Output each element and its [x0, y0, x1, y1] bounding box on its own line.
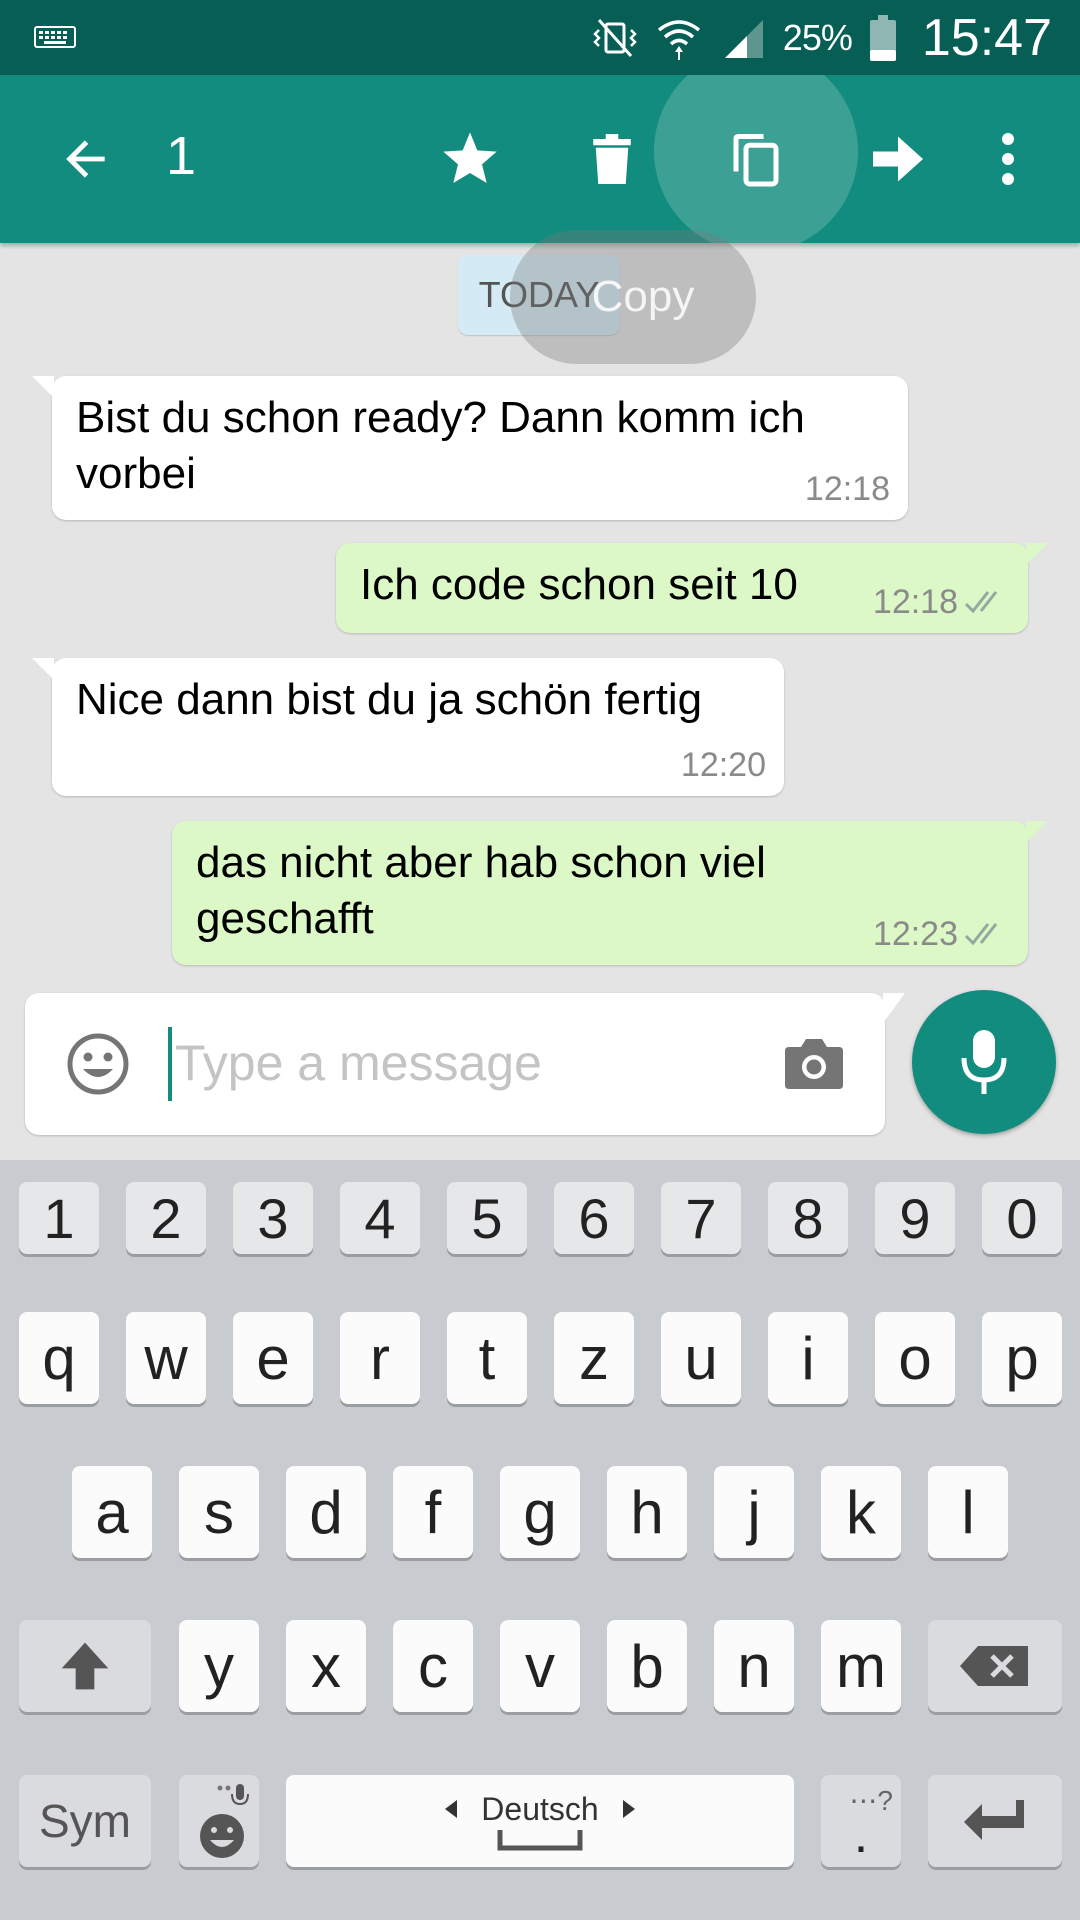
period-key[interactable]: ⋯? . [821, 1775, 901, 1867]
copy-tooltip: Copy [510, 230, 756, 364]
text-caret [168, 1027, 172, 1101]
keyboard-icon [34, 26, 76, 48]
selection-action-bar: 1 [0, 75, 1080, 243]
copy-icon [733, 134, 779, 187]
key-j[interactable]: j [714, 1466, 794, 1558]
key-3[interactable]: 3 [233, 1182, 313, 1254]
double-check-icon [964, 923, 998, 946]
enter-icon [964, 1800, 1024, 1840]
space-key[interactable]: Deutsch [286, 1775, 794, 1867]
delete-button[interactable] [566, 75, 658, 243]
key-u[interactable]: u [661, 1312, 741, 1404]
key-l[interactable]: l [928, 1466, 1008, 1558]
key-z[interactable]: z [554, 1312, 634, 1404]
key-0[interactable]: 0 [982, 1182, 1062, 1254]
star-button[interactable] [424, 75, 516, 243]
message-bubble-outgoing[interactable]: Ich code schon seit 10 12:18 [336, 543, 1048, 633]
message-text: das nicht aber hab schon viel geschafft [196, 838, 766, 943]
enter-key[interactable] [928, 1775, 1062, 1867]
key-a[interactable]: a [72, 1466, 152, 1558]
double-check-icon [964, 591, 998, 614]
key-6[interactable]: 6 [554, 1182, 634, 1254]
key-n[interactable]: n [714, 1620, 794, 1712]
emoji-mic-icon [200, 1784, 249, 1858]
sym-key[interactable]: Sym [19, 1775, 151, 1867]
signal-icon [724, 19, 763, 58]
key-g[interactable]: g [500, 1466, 580, 1558]
key-b[interactable]: b [607, 1620, 687, 1712]
message-input[interactable] [175, 1023, 775, 1103]
message-bubble-incoming[interactable]: Bist du schon ready? Dann komm ich vorbe… [32, 376, 908, 520]
voice-record-button[interactable] [912, 990, 1056, 1134]
message-bubble-outgoing[interactable]: das nicht aber hab schon viel geschafft … [172, 821, 1048, 965]
key-o[interactable]: o [875, 1312, 955, 1404]
key-h[interactable]: h [607, 1466, 687, 1558]
key-p[interactable]: p [982, 1312, 1062, 1404]
key-c[interactable]: c [393, 1620, 473, 1712]
status-bar: 25% 15:47 [0, 0, 1080, 75]
key-w[interactable]: w [126, 1312, 206, 1404]
key-8[interactable]: 8 [768, 1182, 848, 1254]
vibrate-icon [593, 18, 637, 57]
battery-percent: 25% [782, 16, 853, 58]
message-text: Bist du schon ready? Dann komm ich vorbe… [76, 393, 805, 498]
message-text: Nice dann bist du ja schön fertig [76, 675, 703, 724]
message-composer [25, 993, 905, 1135]
battery-icon [869, 14, 896, 61]
message-text: Ich code schon seit 10 [360, 560, 798, 609]
status-clock: 15:47 [921, 8, 1052, 67]
shift-arrow-icon [61, 1642, 109, 1690]
key-9[interactable]: 9 [875, 1182, 955, 1254]
chevron-right-icon [622, 1800, 635, 1818]
camera-icon[interactable] [781, 1033, 847, 1093]
key-m[interactable]: m [821, 1620, 901, 1712]
message-time: 12:23 [873, 917, 1010, 951]
key-k[interactable]: k [821, 1466, 901, 1558]
chevron-left-icon [445, 1800, 458, 1818]
key-v[interactable]: v [500, 1620, 580, 1712]
backspace-icon [960, 1646, 1028, 1686]
back-arrow-icon [66, 140, 105, 178]
more-icon [1002, 133, 1014, 185]
wifi-icon [657, 19, 700, 60]
key-1[interactable]: 1 [19, 1182, 99, 1254]
spacebar-icon [497, 1829, 583, 1850]
more-options-button[interactable] [980, 75, 1036, 243]
message-time: 12:18 [804, 470, 890, 508]
key-r[interactable]: r [340, 1312, 420, 1404]
key-i[interactable]: i [768, 1312, 848, 1404]
key-d[interactable]: d [286, 1466, 366, 1558]
key-y[interactable]: y [179, 1620, 259, 1712]
forward-icon [873, 136, 923, 182]
shift-key[interactable] [19, 1620, 151, 1712]
emoji-icon[interactable] [65, 1031, 131, 1097]
key-f[interactable]: f [393, 1466, 473, 1558]
selected-count: 1 [166, 126, 197, 186]
copy-button[interactable] [710, 75, 802, 243]
key-x[interactable]: x [286, 1620, 366, 1712]
key-q[interactable]: q [19, 1312, 99, 1404]
language-label: Deutsch [481, 1790, 599, 1827]
language-switcher: Deutsch [443, 1791, 636, 1828]
forward-button[interactable] [852, 75, 944, 243]
back-button[interactable] [40, 75, 132, 243]
key-s[interactable]: s [179, 1466, 259, 1558]
message-time: 12:20 [680, 746, 766, 784]
delete-icon [593, 134, 631, 184]
emoji-voice-key[interactable] [179, 1775, 259, 1867]
key-7[interactable]: 7 [661, 1182, 741, 1254]
backspace-key[interactable] [928, 1620, 1062, 1712]
message-time: 12:18 [873, 585, 1010, 619]
message-bubble-incoming[interactable]: Nice dann bist du ja schön fertig 12:20 [32, 658, 784, 796]
soft-keyboard: 1 2 3 4 5 6 7 8 9 0 q w e r t z u i o p … [0, 1160, 1080, 1920]
key-e[interactable]: e [233, 1312, 313, 1404]
microphone-icon [961, 1030, 1007, 1094]
key-2[interactable]: 2 [126, 1182, 206, 1254]
star-icon [443, 132, 497, 183]
key-4[interactable]: 4 [340, 1182, 420, 1254]
key-t[interactable]: t [447, 1312, 527, 1404]
key-5[interactable]: 5 [447, 1182, 527, 1254]
